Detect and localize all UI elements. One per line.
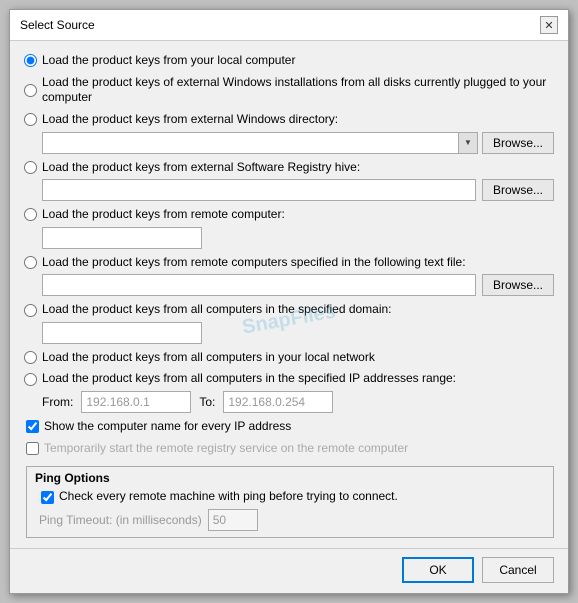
radio-external-disks[interactable] [24,84,37,97]
title-bar: Select Source ✕ [10,10,568,41]
radio-row-8: Load the product keys from all computers… [24,350,554,366]
close-button[interactable]: ✕ [540,16,558,34]
remote-computer-input[interactable] [42,227,202,249]
content-area: Load the product keys from your local co… [10,41,568,548]
radio-row-9: Load the product keys from all computers… [24,371,554,387]
radio-label-1: Load the product keys from your local co… [42,53,295,69]
browse-button-2[interactable]: Browse... [482,179,554,201]
dropdown-row-3: ▼ Browse... [42,132,554,154]
radio-label-2: Load the product keys of external Window… [42,75,554,106]
ping-options-section: Ping Options Check every remote machine … [26,466,554,538]
registry-hive-input[interactable] [42,179,476,201]
input-row-4: Browse... [42,179,554,201]
radio-label-7: Load the product keys from all computers… [42,302,392,318]
ping-timeout-input[interactable] [208,509,258,531]
domain-input[interactable] [42,322,202,344]
from-ip-input[interactable] [81,391,191,413]
radio-registry-hive[interactable] [24,161,37,174]
radio-label-4: Load the product keys from external Soft… [42,160,360,176]
input-row-7 [42,322,554,344]
footer: OK Cancel [10,548,568,593]
radio-remote-computer[interactable] [24,208,37,221]
select-source-dialog: Select Source ✕ Load the product keys fr… [9,9,569,594]
ip-range-row: From: To: [42,391,554,413]
radio-label-3: Load the product keys from external Wind… [42,112,338,128]
radio-row-7: Load the product keys from all computers… [24,302,554,318]
text-file-input[interactable] [42,274,476,296]
dropdown-wrapper: ▼ [42,132,478,154]
dialog-title: Select Source [20,18,95,32]
radio-domain[interactable] [24,304,37,317]
radio-local[interactable] [24,54,37,67]
radio-label-6: Load the product keys from remote comput… [42,255,466,271]
ping-title: Ping Options [35,471,545,485]
radio-local-network[interactable] [24,351,37,364]
from-label: From: [42,395,73,409]
radio-row-5: Load the product keys from remote comput… [24,207,554,223]
radio-label-9: Load the product keys from all computers… [42,371,456,387]
radio-row-1: Load the product keys from your local co… [24,53,554,69]
to-label: To: [199,395,215,409]
radio-row-3: Load the product keys from external Wind… [24,112,554,128]
radio-row-6: Load the product keys from remote comput… [24,255,554,271]
ping-inner: Check every remote machine with ping bef… [35,489,545,531]
radio-ip-range[interactable] [24,373,37,386]
ping-check-checkbox[interactable] [41,491,54,504]
radio-label-8: Load the product keys from all computers… [42,350,375,366]
ping-timeout-row: Ping Timeout: (in milliseconds) [39,509,545,531]
ping-timeout-label: Ping Timeout: (in milliseconds) [39,513,202,527]
cancel-button[interactable]: Cancel [482,557,554,583]
show-computer-name-checkbox[interactable] [26,420,39,433]
input-row-5 [42,227,554,249]
input-row-6: Browse... [42,274,554,296]
radio-row-4: Load the product keys from external Soft… [24,160,554,176]
ping-check-label: Check every remote machine with ping bef… [59,489,398,505]
checkbox-row-1: Show the computer name for every IP addr… [26,419,554,435]
browse-button-3[interactable]: Browse... [482,274,554,296]
show-computer-name-label: Show the computer name for every IP addr… [44,419,291,435]
browse-button-1[interactable]: Browse... [482,132,554,154]
radio-text-file[interactable] [24,256,37,269]
checkbox-row-2: Temporarily start the remote registry se… [26,441,554,457]
radio-external-dir[interactable] [24,113,37,126]
radio-label-5: Load the product keys from remote comput… [42,207,285,223]
temp-start-label: Temporarily start the remote registry se… [44,441,408,457]
to-ip-input[interactable] [223,391,333,413]
external-dir-input[interactable] [42,132,478,154]
temp-start-checkbox[interactable] [26,442,39,455]
radio-row-2: Load the product keys of external Window… [24,75,554,106]
ping-check-row: Check every remote machine with ping bef… [37,489,545,505]
dialog-body: Load the product keys from your local co… [10,41,568,548]
ok-button[interactable]: OK [402,557,474,583]
